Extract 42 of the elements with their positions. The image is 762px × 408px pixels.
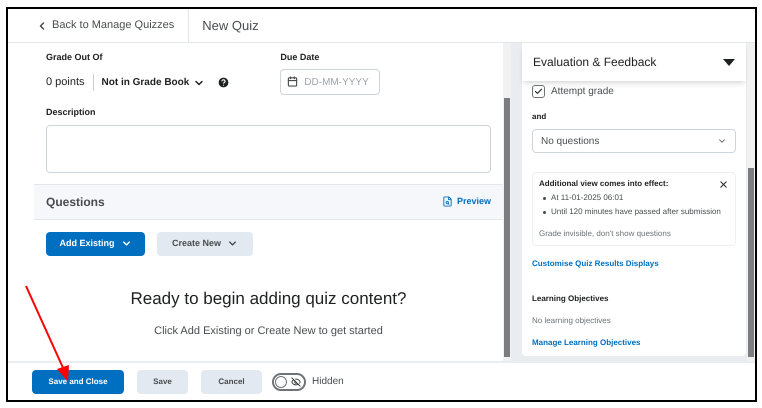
save-and-close-button[interactable]: Save and Close xyxy=(32,370,124,394)
field-label: Description xyxy=(45,106,97,119)
page-title: New Quiz xyxy=(201,16,259,35)
objectives-text: No learning objectives xyxy=(532,315,612,327)
check-icon xyxy=(534,87,543,96)
empty-state-hint: Click Add Existing or Create New to get started xyxy=(154,324,383,339)
bullet-item: Until 120 minutes have passed after submission xyxy=(551,206,721,218)
caret-down-icon xyxy=(723,58,735,66)
calendar-icon xyxy=(287,76,298,86)
add-existing-button[interactable]: Add Existing xyxy=(46,232,145,256)
create-new-button[interactable]: Create New xyxy=(157,232,253,256)
date-field[interactable]: DD-MM-YYYY xyxy=(280,69,380,95)
help-icon[interactable] xyxy=(217,76,230,89)
empty-state-title: Ready to begin adding quiz content? xyxy=(130,288,406,310)
close-icon[interactable] xyxy=(718,178,729,190)
eye-off-icon xyxy=(291,376,301,386)
cancel-button[interactable]: Cancel xyxy=(201,370,262,394)
card-note: Grade invisible, don't show questions xyxy=(539,228,672,240)
save-button[interactable]: Save xyxy=(137,370,188,394)
toggle-label: Hidden xyxy=(312,375,344,389)
points-value: 0 points xyxy=(46,74,94,91)
scrollbar-thumb[interactable] xyxy=(748,168,754,357)
checkbox[interactable] xyxy=(532,85,545,98)
accordion-header[interactable]: Evaluation & Feedback xyxy=(522,43,746,81)
field-label: Due Date xyxy=(280,51,320,64)
field-label: Grade Out Of xyxy=(46,51,104,64)
customise-link[interactable]: Customise Quiz Results Displays xyxy=(532,258,736,270)
field-label: and xyxy=(532,111,548,123)
card-title: Additional view comes into effect: xyxy=(539,178,668,190)
visibility-toggle[interactable] xyxy=(272,372,306,390)
back-link[interactable]: Back to Manage Quizzes xyxy=(8,9,190,42)
preview-link[interactable]: Preview xyxy=(442,194,491,208)
bullet-item: At 11-01-2025 06:01 xyxy=(551,192,624,204)
scrollbar-thumb[interactable] xyxy=(504,98,510,357)
description-field[interactable] xyxy=(46,124,491,172)
gradebook-dropdown[interactable]: Not in Grade Book xyxy=(94,75,206,90)
preview-icon xyxy=(442,196,453,207)
manage-objectives-link[interactable]: Manage Learning Objectives xyxy=(532,337,736,349)
questions-select[interactable]: No questions xyxy=(532,129,736,153)
section-label: Learning Objectives xyxy=(532,293,610,305)
checkbox-label: Attempt grade xyxy=(551,85,614,99)
section-title: Questions xyxy=(46,194,105,210)
